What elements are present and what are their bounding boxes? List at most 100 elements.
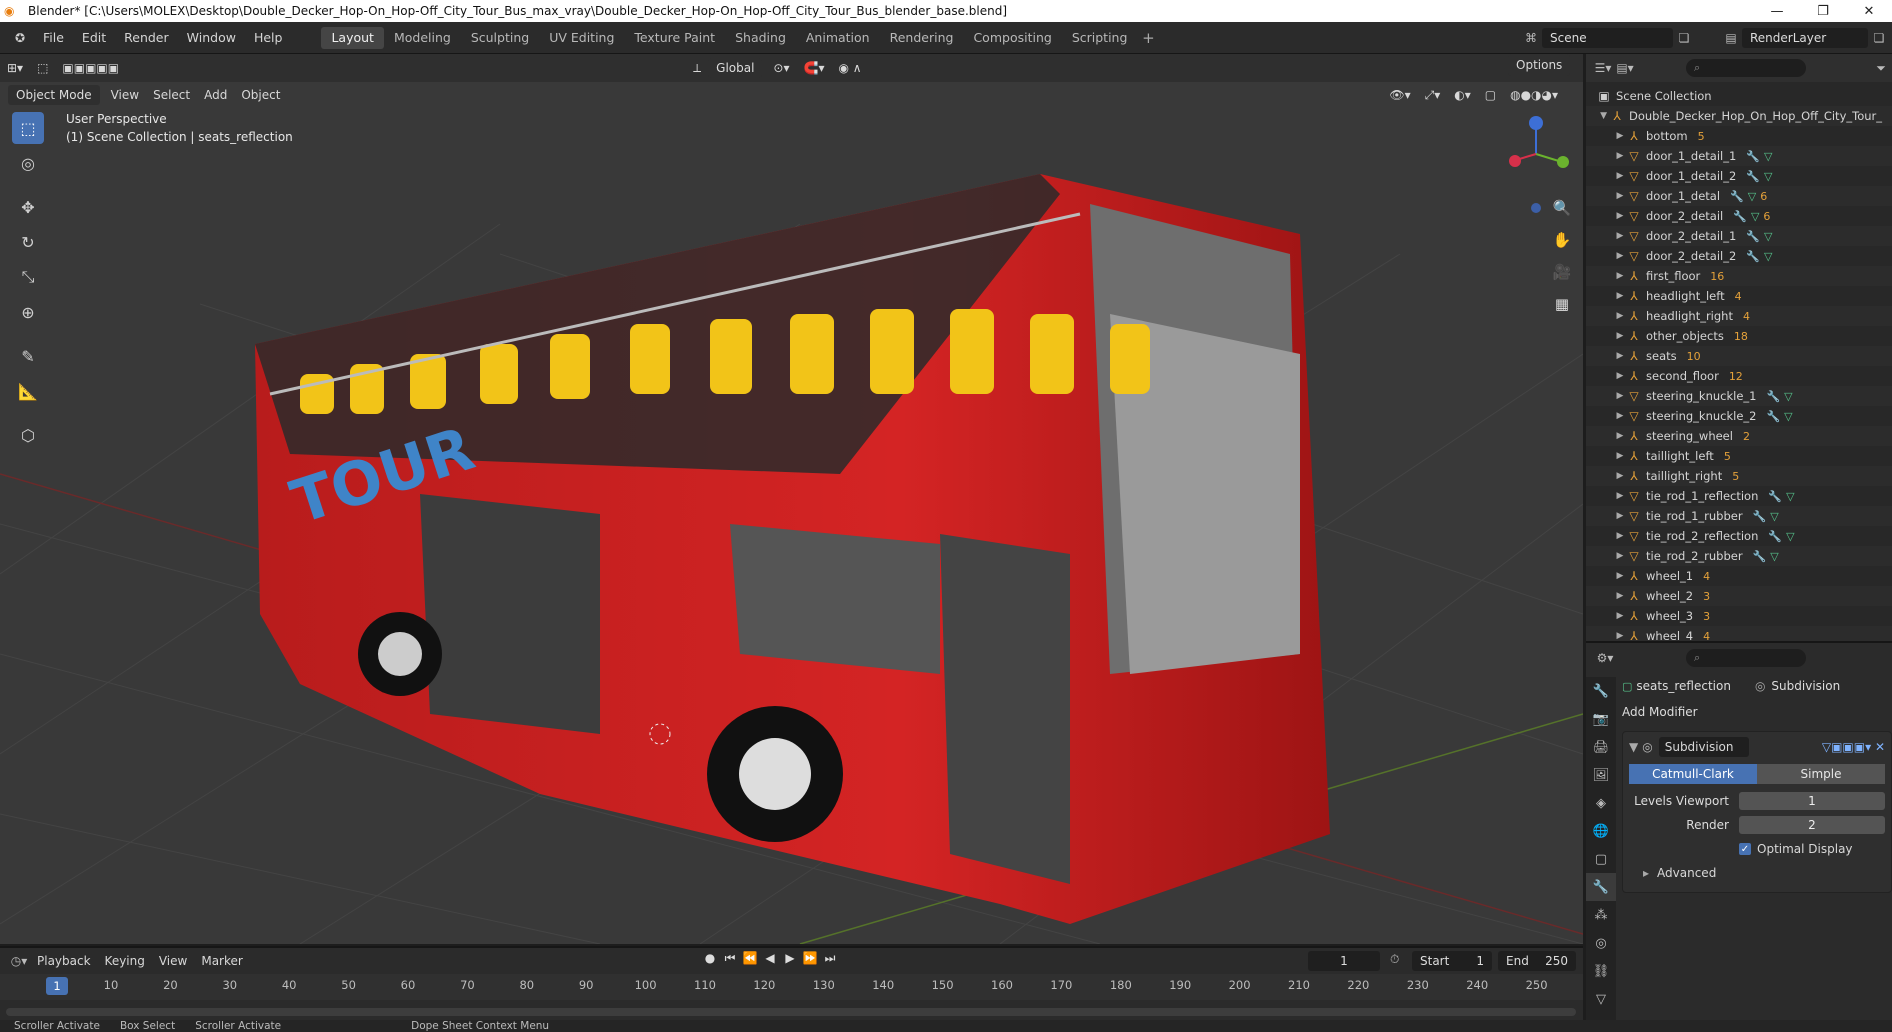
- menu-edit[interactable]: Edit: [73, 27, 115, 49]
- simple-button[interactable]: Simple: [1757, 764, 1885, 784]
- modifier-wrench-icon[interactable]: 🔧: [1768, 530, 1782, 543]
- properties-search-input[interactable]: ⌕: [1686, 649, 1806, 667]
- menu-window[interactable]: Window: [178, 27, 245, 49]
- child-count-badge[interactable]: 5: [1724, 450, 1731, 463]
- menu-file[interactable]: File: [34, 27, 73, 49]
- scene-collection-row[interactable]: ▣ Scene Collection: [1586, 86, 1892, 106]
- child-count-badge[interactable]: 5: [1732, 470, 1739, 483]
- outliner-item[interactable]: ▶ ⅄ wheel_1 4: [1586, 566, 1892, 586]
- expand-right-icon[interactable]: ▶: [1614, 271, 1626, 281]
- outliner-item[interactable]: ▶ ▽ tie_rod_2_rubber 🔧 ▽: [1586, 546, 1892, 566]
- expand-right-icon[interactable]: ▶: [1614, 391, 1626, 401]
- levels-viewport-field[interactable]: 1: [1739, 792, 1885, 810]
- minimize-button[interactable]: —: [1754, 4, 1800, 19]
- new-render-layer-icon[interactable]: ❏: [1868, 28, 1890, 48]
- select-box-tool-icon[interactable]: ⬚: [12, 112, 44, 144]
- collapse-icon[interactable]: ▼: [1629, 740, 1638, 754]
- outliner-item[interactable]: ▶ ▽ door_1_detail_1 🔧 ▽: [1586, 146, 1892, 166]
- modifier-wrench-icon[interactable]: 🔧: [1753, 550, 1767, 563]
- particles-tab-icon[interactable]: ⁂: [1586, 901, 1616, 929]
- outliner-item[interactable]: ▶ ▽ door_1_detal 🔧 ▽ 6: [1586, 186, 1892, 206]
- collection-row[interactable]: ▼ ⅄ Double_Decker_Hop_On_Hop_Off_City_To…: [1586, 106, 1892, 126]
- options-dropdown[interactable]: Options: [1508, 54, 1571, 76]
- menu-object[interactable]: Object: [234, 85, 287, 105]
- render-layer-name[interactable]: RenderLayer: [1742, 28, 1868, 48]
- outliner-item[interactable]: ▶ ⅄ seats 10: [1586, 346, 1892, 366]
- pivot-icon[interactable]: ⊙▾: [766, 58, 796, 78]
- scene-tab-icon[interactable]: ◈: [1586, 789, 1616, 817]
- menu-view[interactable]: View: [104, 85, 146, 105]
- expand-right-icon[interactable]: ▶: [1614, 431, 1626, 441]
- outliner-item[interactable]: ▶ ▽ door_2_detail_1 🔧 ▽: [1586, 226, 1892, 246]
- child-count-badge[interactable]: 4: [1703, 570, 1710, 583]
- expand-right-icon[interactable]: ▶: [1614, 191, 1626, 201]
- world-tab-icon[interactable]: 🌐: [1586, 817, 1616, 845]
- modifier-wrench-icon[interactable]: 🔧: [1730, 190, 1744, 203]
- outliner-search-input[interactable]: ⌕: [1686, 59, 1806, 77]
- outliner-item[interactable]: ▶ ▽ steering_knuckle_2 🔧 ▽: [1586, 406, 1892, 426]
- blender-menu-icon[interactable]: ✪: [6, 27, 34, 49]
- filter-icon[interactable]: ⏷: [1870, 58, 1892, 78]
- mesh-data-icon[interactable]: ▽: [1764, 150, 1772, 163]
- modifier-wrench-icon[interactable]: 🔧: [1753, 510, 1767, 523]
- expand-right-icon[interactable]: ▶: [1614, 231, 1626, 241]
- outliner-item[interactable]: ▶ ⅄ other_objects 18: [1586, 326, 1892, 346]
- menu-add[interactable]: Add: [197, 85, 234, 105]
- timeline-scrollbar[interactable]: [6, 1008, 1576, 1016]
- ortho-grid-icon[interactable]: ▦: [1548, 290, 1576, 318]
- timeline-editor-icon[interactable]: ◷▾: [8, 951, 30, 971]
- current-frame-field[interactable]: 1: [1308, 951, 1380, 971]
- outliner-item[interactable]: ▶ ⅄ first_floor 16: [1586, 266, 1892, 286]
- end-frame-field[interactable]: End 250: [1498, 951, 1576, 971]
- prev-key-icon[interactable]: ⏪: [740, 951, 760, 966]
- outliner-item[interactable]: ▶ ⅄ wheel_2 3: [1586, 586, 1892, 606]
- view-layer-tab-icon[interactable]: 🖼: [1586, 761, 1616, 789]
- render-tab-icon[interactable]: 📷: [1586, 705, 1616, 733]
- expand-right-icon[interactable]: ▶: [1614, 571, 1626, 581]
- tab-rendering[interactable]: Rendering: [880, 27, 964, 49]
- 3d-viewport[interactable]: TOUR ⊞▾ ⬚ ▣▣▣▣▣ ⟂ Global ⊙▾ 🧲▾ ◉ ∧ Optio…: [0, 54, 1583, 944]
- stopwatch-icon[interactable]: ⏱: [1390, 952, 1399, 967]
- child-count-badge[interactable]: 2: [1743, 430, 1750, 443]
- outliner-item[interactable]: ▶ ⅄ headlight_left 4: [1586, 286, 1892, 306]
- modifier-wrench-icon[interactable]: 🔧: [1746, 150, 1760, 163]
- menu-help[interactable]: Help: [245, 27, 292, 49]
- modifier-tab-icon[interactable]: 🔧: [1586, 873, 1616, 901]
- new-scene-icon[interactable]: ❏: [1673, 28, 1695, 48]
- annotate-tool-icon[interactable]: ✎: [12, 340, 44, 372]
- pan-hand-icon[interactable]: ✋: [1548, 226, 1576, 254]
- expand-right-icon[interactable]: ▶: [1614, 631, 1626, 641]
- transform-tool-icon[interactable]: ⊕: [12, 296, 44, 328]
- properties-editor-icon[interactable]: ⚙▾: [1594, 648, 1616, 668]
- tab-sculpting[interactable]: Sculpting: [461, 27, 539, 49]
- modifier-wrench-icon[interactable]: 🔧: [1746, 250, 1760, 263]
- child-count-badge[interactable]: 18: [1734, 330, 1748, 343]
- visibility-icon[interactable]: 👁▾: [1382, 85, 1417, 105]
- mesh-data-icon[interactable]: ▽: [1770, 510, 1778, 523]
- expand-right-icon[interactable]: ▶: [1614, 211, 1626, 221]
- expand-right-icon[interactable]: ▶: [1614, 411, 1626, 421]
- menu-render[interactable]: Render: [115, 27, 178, 49]
- modifier-wrench-icon[interactable]: 🔧: [1768, 490, 1782, 503]
- modifier-wrench-icon[interactable]: 🔧: [1746, 170, 1760, 183]
- expand-right-icon[interactable]: ▶: [1614, 471, 1626, 481]
- timeline-ruler[interactable]: 1 10 20 30 40 50 60 70 80 90 100 110 120 130 140 150 16…: [0, 974, 1583, 1000]
- expand-right-icon[interactable]: ▶: [1614, 371, 1626, 381]
- move-tool-icon[interactable]: ✥: [12, 191, 44, 223]
- expand-down-icon[interactable]: ▼: [1598, 111, 1610, 121]
- rotate-tool-icon[interactable]: ↻: [12, 226, 44, 258]
- maximize-button[interactable]: ❐: [1800, 4, 1846, 19]
- outliner-item[interactable]: ▶ ▽ steering_knuckle_1 🔧 ▽: [1586, 386, 1892, 406]
- output-tab-icon[interactable]: 🖨: [1586, 733, 1616, 761]
- modifier-name-field[interactable]: Subdivision: [1658, 737, 1749, 757]
- outliner-editor-icon[interactable]: ☰▾: [1592, 58, 1614, 78]
- select-tool-icon[interactable]: ⬚: [30, 58, 55, 78]
- scale-tool-icon[interactable]: ⤡: [12, 261, 44, 293]
- mesh-data-icon[interactable]: ▽: [1784, 410, 1792, 423]
- jump-end-icon[interactable]: ⏭: [820, 951, 840, 966]
- expand-right-icon[interactable]: ▶: [1614, 511, 1626, 521]
- mesh-data-icon[interactable]: ▽: [1770, 550, 1778, 563]
- camera-view-icon[interactable]: 🎥: [1548, 258, 1576, 286]
- scene-name[interactable]: Scene: [1542, 28, 1673, 48]
- expand-right-icon[interactable]: ▶: [1614, 151, 1626, 161]
